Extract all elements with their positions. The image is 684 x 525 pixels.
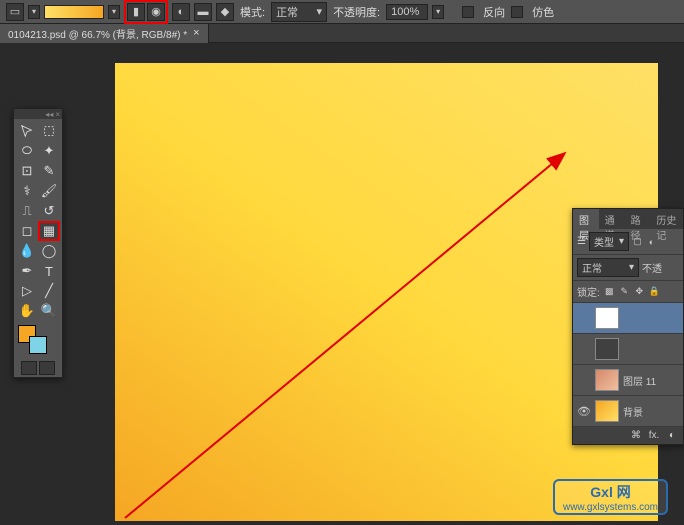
opacity-label: 不透明度: [333,4,380,20]
document-tab-bar: 0104213.psd @ 66.7% (背景, RGB/8#) * × [0,24,684,43]
pen-tool-icon[interactable]: ✒ [16,261,38,281]
link-layers-icon[interactable]: ⌘ [629,430,643,441]
angle-gradient-icon[interactable]: ◐ [172,3,190,21]
blur-tool-icon[interactable]: 💧 [16,241,38,261]
layer-row[interactable] [573,303,683,334]
layer-thumbnail[interactable] [595,307,619,329]
layer-thumbnail[interactable] [595,400,619,422]
stamp-tool-icon[interactable]: ⎍ [16,201,38,221]
document-tab-title: 0104213.psd @ 66.7% (背景, RGB/8#) * [8,26,187,41]
dither-checkbox[interactable] [511,6,523,18]
layer-row[interactable] [573,334,683,365]
opacity-input[interactable]: 100% [386,4,428,20]
watermark-url: www.gxlsystems.com [563,502,658,513]
gradient-preview[interactable] [44,5,104,19]
reflected-gradient-icon[interactable]: ▬ [194,3,212,21]
tab-layers[interactable]: 图层 [573,209,599,229]
layer-thumbnail[interactable] [595,369,619,391]
dodge-tool-icon[interactable]: ◯ [38,241,60,261]
gradient-picker-dropdown[interactable]: ▾ [108,5,120,19]
eyedropper-tool-icon[interactable]: ✎ [38,161,60,181]
layer-row[interactable]: 图层 11 [573,365,683,396]
diamond-gradient-icon[interactable]: ◆ [216,3,234,21]
crop-tool-icon[interactable]: ⊡ [16,161,38,181]
layers-footer: ⌘ fx. ◐ [573,427,683,444]
reverse-label: 反向 [483,4,505,20]
blend-mode-value: 正常 [276,4,298,20]
marquee-tool-icon[interactable] [38,121,60,141]
quick-mask-icon[interactable] [21,361,37,375]
visibility-toggle[interactable]: 👁 [577,405,591,418]
background-color-swatch[interactable] [29,336,47,354]
lasso-tool-icon[interactable] [16,141,38,161]
history-brush-icon[interactable]: ↺ [38,201,60,221]
type-tool-icon[interactable]: T [38,261,60,281]
dither-label: 仿色 [532,4,554,20]
filter-type-select[interactable]: 类型▾ [589,232,629,251]
lock-label: 锁定: [577,284,600,299]
lock-row: 锁定: ▩ ✎ ✥ 🔒 [573,281,683,303]
layer-filter-row: ☰ 类型▾ ▢ ◐ [573,229,683,255]
healing-tool-icon[interactable]: ⚕ [16,181,38,201]
move-tool-icon[interactable] [16,121,38,141]
mode-label: 模式: [240,4,265,20]
watermark-logo: Gxl 网 [590,482,630,502]
tab-paths[interactable]: 路径 [625,209,651,229]
lock-transparent-icon[interactable]: ▩ [604,286,615,297]
layer-thumbnail[interactable] [595,338,619,360]
layer-mask-icon[interactable]: ◐ [665,430,679,441]
panel-tabs: 图层 通道 路径 历史记 [573,209,683,229]
lock-paint-icon[interactable]: ✎ [619,286,630,297]
screen-mode-icon[interactable] [39,361,55,375]
gradient-tool-indicator[interactable]: ▭ [6,3,24,21]
tab-channels[interactable]: 通道 [599,209,625,229]
options-bar: ▭ ▾ ▾ ▮ ◉ ◐ ▬ ◆ 模式: 正常 ▾ 不透明度: 100% ▾ 反向… [0,0,684,24]
filter-icon[interactable]: ☰ [577,236,586,247]
document-tab[interactable]: 0104213.psd @ 66.7% (背景, RGB/8#) * × [0,24,209,43]
gradient-tool-icon[interactable]: ▦ [38,221,60,241]
reverse-checkbox[interactable] [462,6,474,18]
hand-tool-icon[interactable]: ✋ [16,301,38,321]
brush-tool-icon[interactable]: 🖌 [38,181,60,201]
close-icon[interactable]: × [193,27,199,39]
layer-name[interactable]: 背景 [623,404,643,419]
opacity-value: 100% [391,6,419,18]
lock-all-icon[interactable]: 🔒 [649,286,660,297]
filter-img-icon[interactable]: ▢ [632,236,643,247]
watermark: Gxl 网 www.gxlsystems.com [553,479,668,515]
blend-mode-select[interactable]: 正常 ▾ [271,2,327,22]
filter-adj-icon[interactable]: ◐ [646,236,657,247]
layer-row[interactable]: 👁 背景 [573,396,683,427]
tools-panel-header[interactable]: ◂◂ × [14,109,62,119]
layer-blend-select[interactable]: 正常▾ [577,258,639,277]
collapse-icon[interactable]: ◂◂ [45,110,53,119]
path-select-icon[interactable]: ▷ [16,281,38,301]
shape-tool-icon[interactable]: ╱ [38,281,60,301]
tools-panel: ◂◂ × ✦ ⊡ ✎ ⚕ 🖌 ⎍ ↺ ◻ ▦ 💧 ◯ ✒ T ▷ ╱ ✋ 🔍 [13,108,63,378]
linear-gradient-icon[interactable]: ▮ [127,3,145,21]
eraser-tool-icon[interactable]: ◻ [16,221,38,241]
layer-fx-icon[interactable]: fx. [647,430,661,441]
lock-position-icon[interactable]: ✥ [634,286,645,297]
chevron-down-icon: ▾ [317,5,323,18]
blend-row: 正常▾ 不透 [573,255,683,281]
radial-gradient-icon[interactable]: ◉ [147,3,165,21]
layer-name[interactable]: 图层 11 [623,373,656,388]
close-icon[interactable]: × [55,110,60,119]
gradient-type-highlight: ▮ ◉ [124,0,168,24]
zoom-tool-icon[interactable]: 🔍 [38,301,60,321]
opacity-dropdown[interactable]: ▾ [432,5,444,19]
tool-preset-dropdown[interactable]: ▾ [28,5,40,19]
wand-tool-icon[interactable]: ✦ [38,141,60,161]
layer-opacity-label: 不透 [642,260,662,275]
layers-panel: 图层 通道 路径 历史记 ☰ 类型▾ ▢ ◐ 正常▾ 不透 锁定: ▩ ✎ ✥ … [572,208,684,445]
color-swatches [16,325,60,357]
tab-history[interactable]: 历史记 [650,209,683,229]
